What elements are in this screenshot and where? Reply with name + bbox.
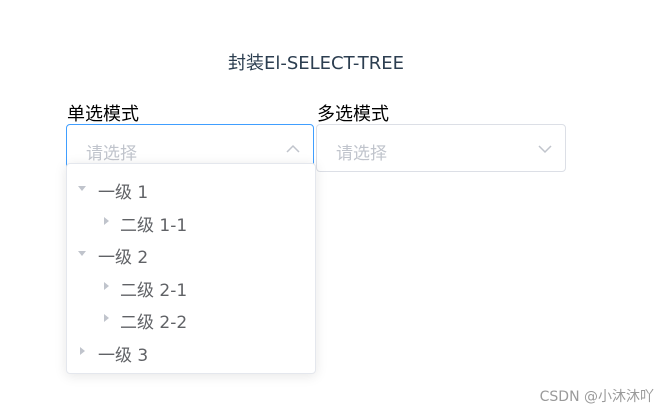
- tree-node-level2-1-1[interactable]: 二级 1-1: [67, 205, 315, 237]
- tree-node-label: 一级 3: [98, 346, 149, 366]
- watermark: CSDN @小沐沐吖: [539, 389, 654, 405]
- caret-right-icon[interactable]: [100, 215, 112, 227]
- single-select-placeholder: 请选择: [86, 144, 137, 164]
- tree-node-label: 二级 2-1: [120, 281, 188, 301]
- tree-node-level1-2[interactable]: 一级 2: [67, 237, 315, 269]
- chevron-up-icon: [286, 144, 300, 153]
- tree-node-label: 一级 1: [98, 183, 149, 203]
- caret-right-icon[interactable]: [100, 312, 112, 324]
- tree-node-level2-2-2[interactable]: 二级 2-2: [67, 302, 315, 334]
- multiple-select[interactable]: 请选择: [316, 124, 566, 172]
- caret-down-icon[interactable]: [76, 247, 88, 259]
- chevron-down-icon: [538, 145, 552, 154]
- tree-node-level1-3[interactable]: 一级 3: [67, 335, 315, 367]
- multiple-select-placeholder: 请选择: [336, 144, 387, 164]
- caret-right-icon[interactable]: [76, 345, 88, 357]
- single-select-label: 单选模式: [67, 104, 139, 125]
- tree-node-level1-1[interactable]: 一级 1: [67, 172, 315, 204]
- caret-down-icon[interactable]: [76, 182, 88, 194]
- tree-node-label: 二级 1-1: [120, 216, 188, 236]
- tree-dropdown: 一级 1 二级 1-1 一级 2 二级 2-1 二级 2-2 一级 3: [66, 163, 316, 374]
- multiple-select-label: 多选模式: [317, 104, 389, 125]
- page-title: 封装El-SELECT-TREE: [227, 53, 405, 74]
- caret-right-icon[interactable]: [100, 280, 112, 292]
- tree-node-level2-2-1[interactable]: 二级 2-1: [67, 270, 315, 302]
- tree-node-label: 一级 2: [98, 248, 149, 268]
- tree-node-label: 二级 2-2: [120, 313, 188, 333]
